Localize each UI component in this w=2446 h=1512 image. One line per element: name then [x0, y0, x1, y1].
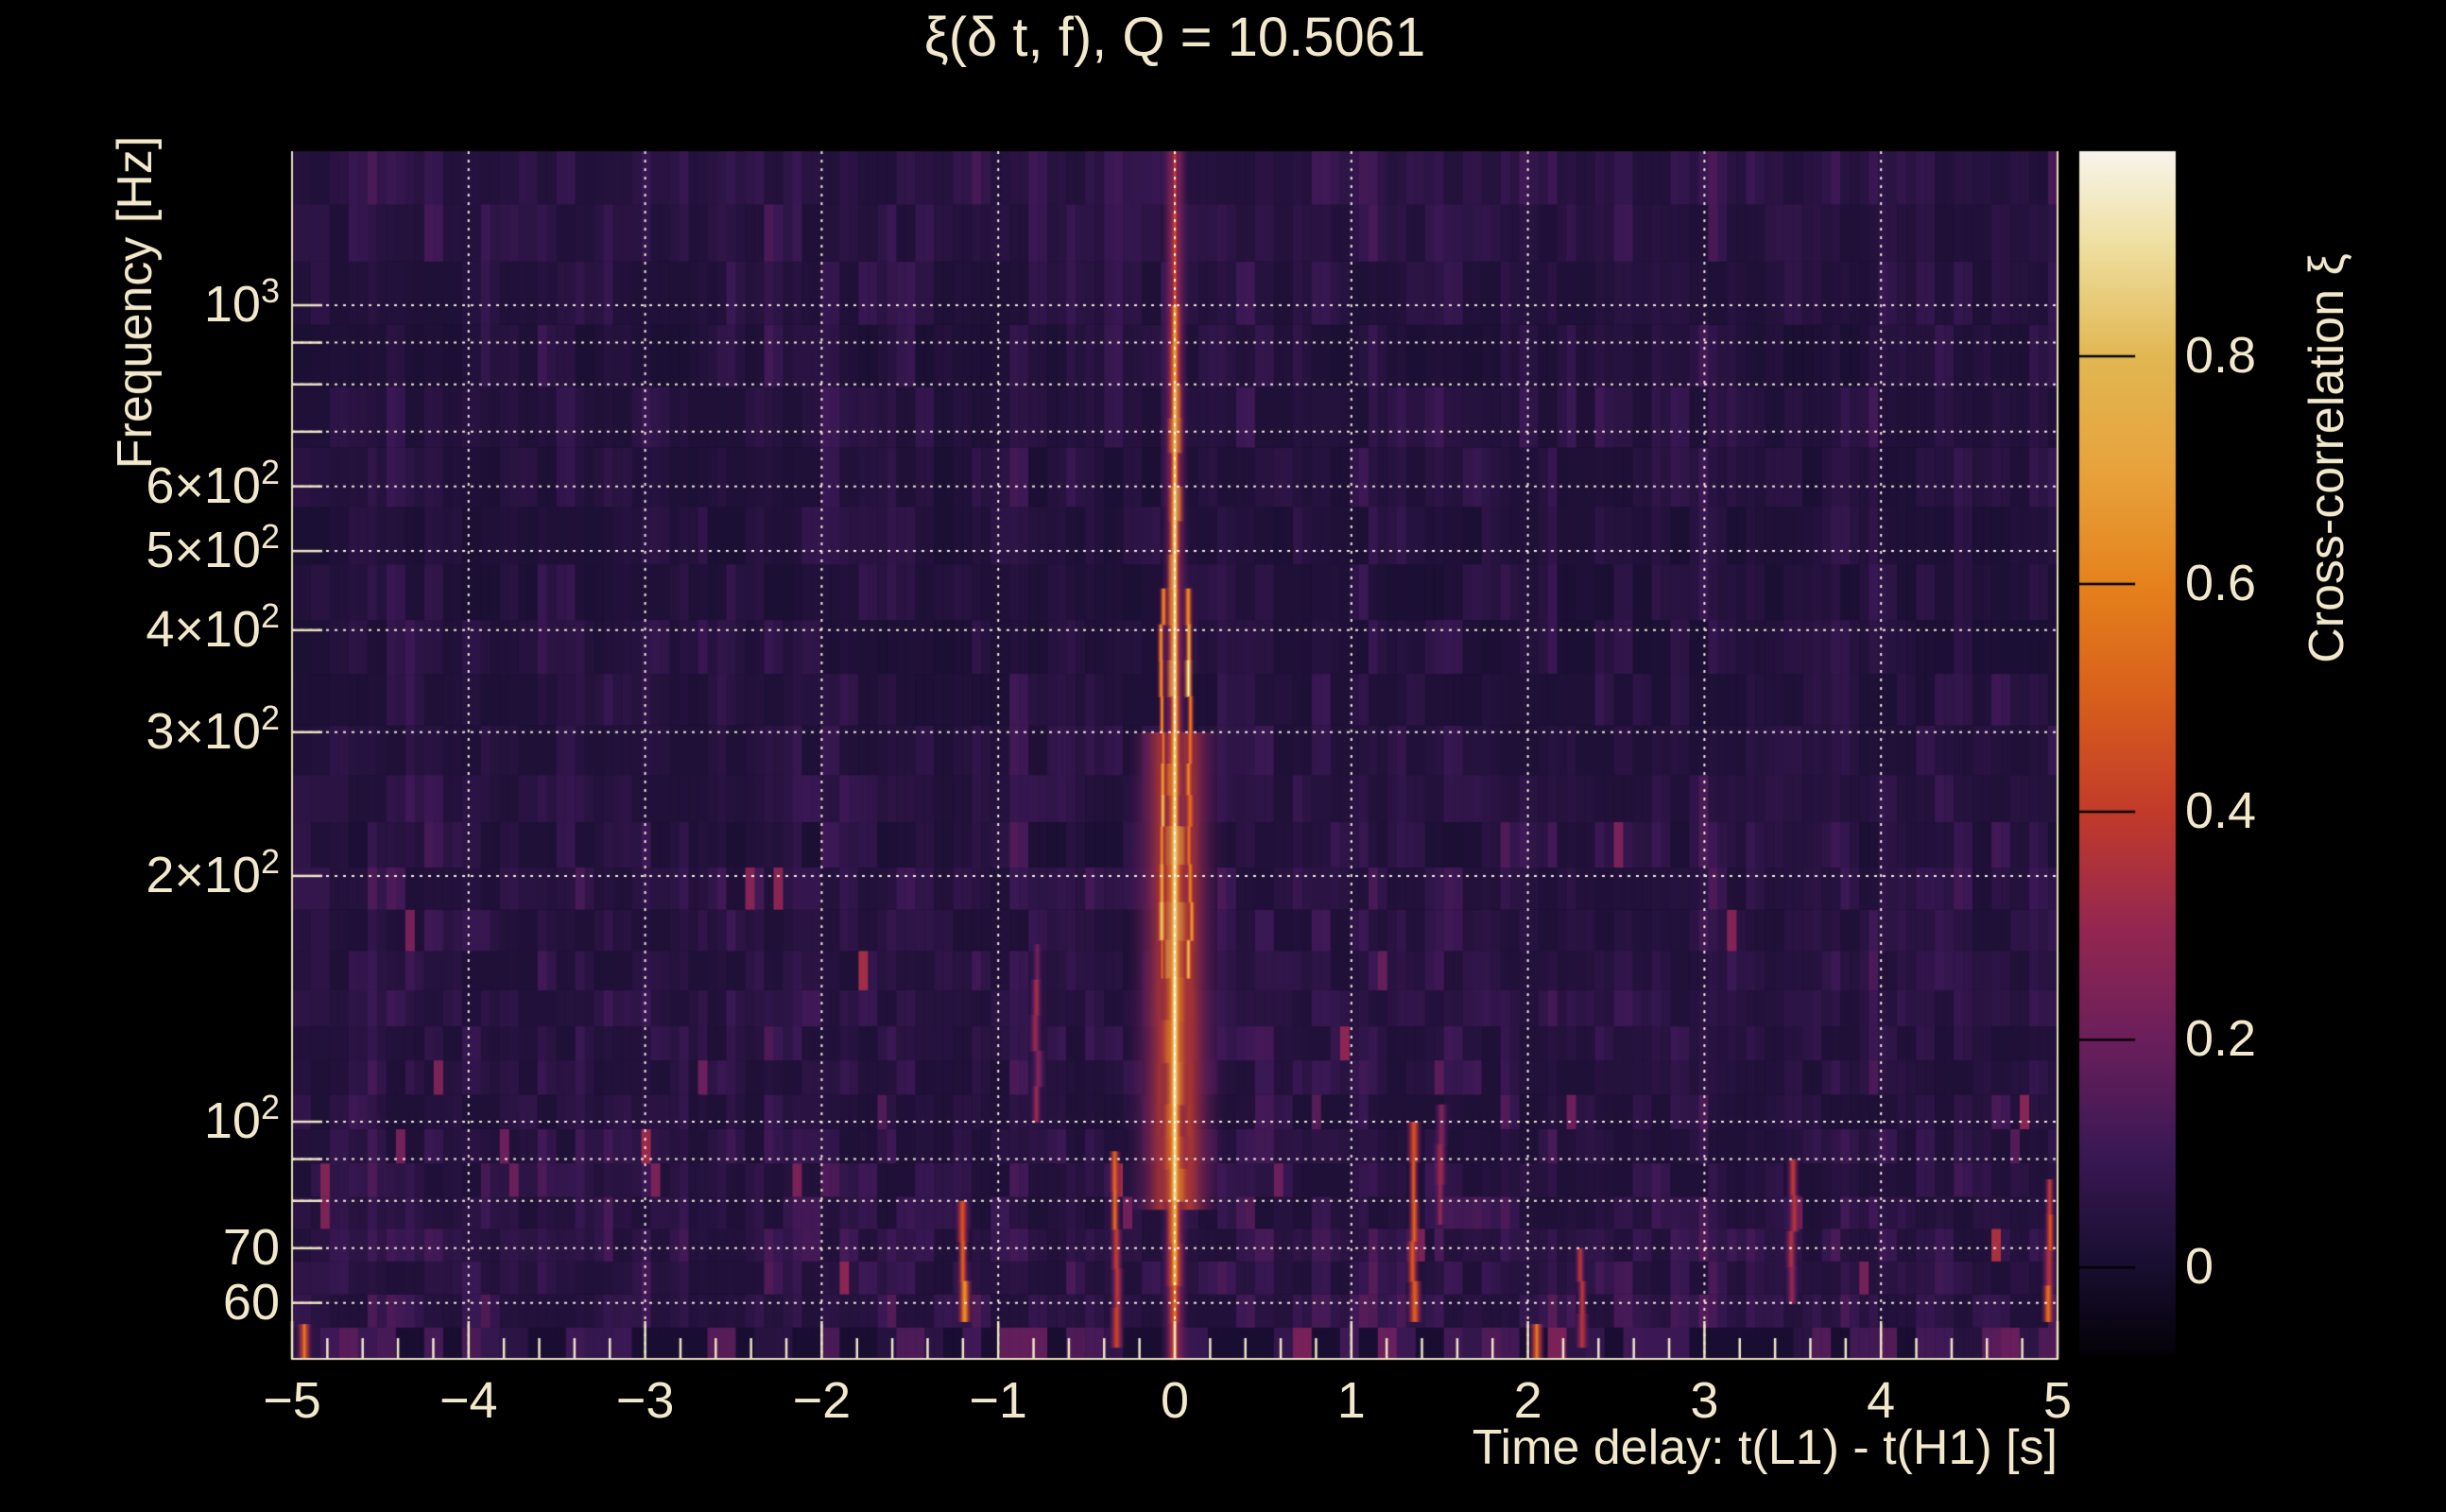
x-tick-label: 3 — [1690, 1372, 1719, 1429]
x-tick-label: 0 — [1160, 1372, 1190, 1429]
x-tick-label: −3 — [615, 1372, 675, 1429]
x-tick-label: 5 — [2042, 1372, 2073, 1429]
x-tick-label: −2 — [792, 1372, 852, 1429]
y-tick-label: 6×102 — [146, 452, 280, 514]
y-tick-label: 2×102 — [146, 841, 280, 903]
colorbar-tick-label: 0.4 — [2185, 782, 2257, 840]
y-tick-label: 4×102 — [146, 595, 280, 658]
colorbar-tick-label: 0 — [2185, 1238, 2214, 1296]
colorbar-label: Cross-correlation ξ — [2300, 253, 2354, 663]
colorbar-tick-label: 0.2 — [2185, 1010, 2257, 1068]
x-tick-label: −5 — [263, 1372, 321, 1429]
x-tick-label: 4 — [1867, 1372, 1896, 1429]
y-tick-label: 3×102 — [146, 697, 280, 760]
x-tick-label: −1 — [969, 1372, 1027, 1429]
correlation-heatmap-canvas — [0, 0, 2446, 1512]
y-tick-label: 5×102 — [146, 517, 280, 579]
x-tick-label: −4 — [439, 1372, 498, 1429]
chart-title: ξ(δ t, f), Q = 10.5061 — [923, 7, 1426, 68]
y-tick-label: 60 — [222, 1273, 280, 1331]
y-tick-label: 102 — [203, 1088, 280, 1149]
figure: ξ(δ t, f), Q = 10.5061 Frequency [Hz] Ti… — [0, 0, 2446, 1512]
y-tick-label: 70 — [222, 1218, 280, 1276]
x-tick-label: 2 — [1513, 1372, 1542, 1429]
colorbar-tick-label: 0.8 — [2185, 326, 2257, 384]
x-tick-label: 1 — [1336, 1372, 1366, 1429]
colorbar-tick-label: 0.6 — [2185, 555, 2257, 611]
y-tick-label: 103 — [203, 271, 280, 333]
